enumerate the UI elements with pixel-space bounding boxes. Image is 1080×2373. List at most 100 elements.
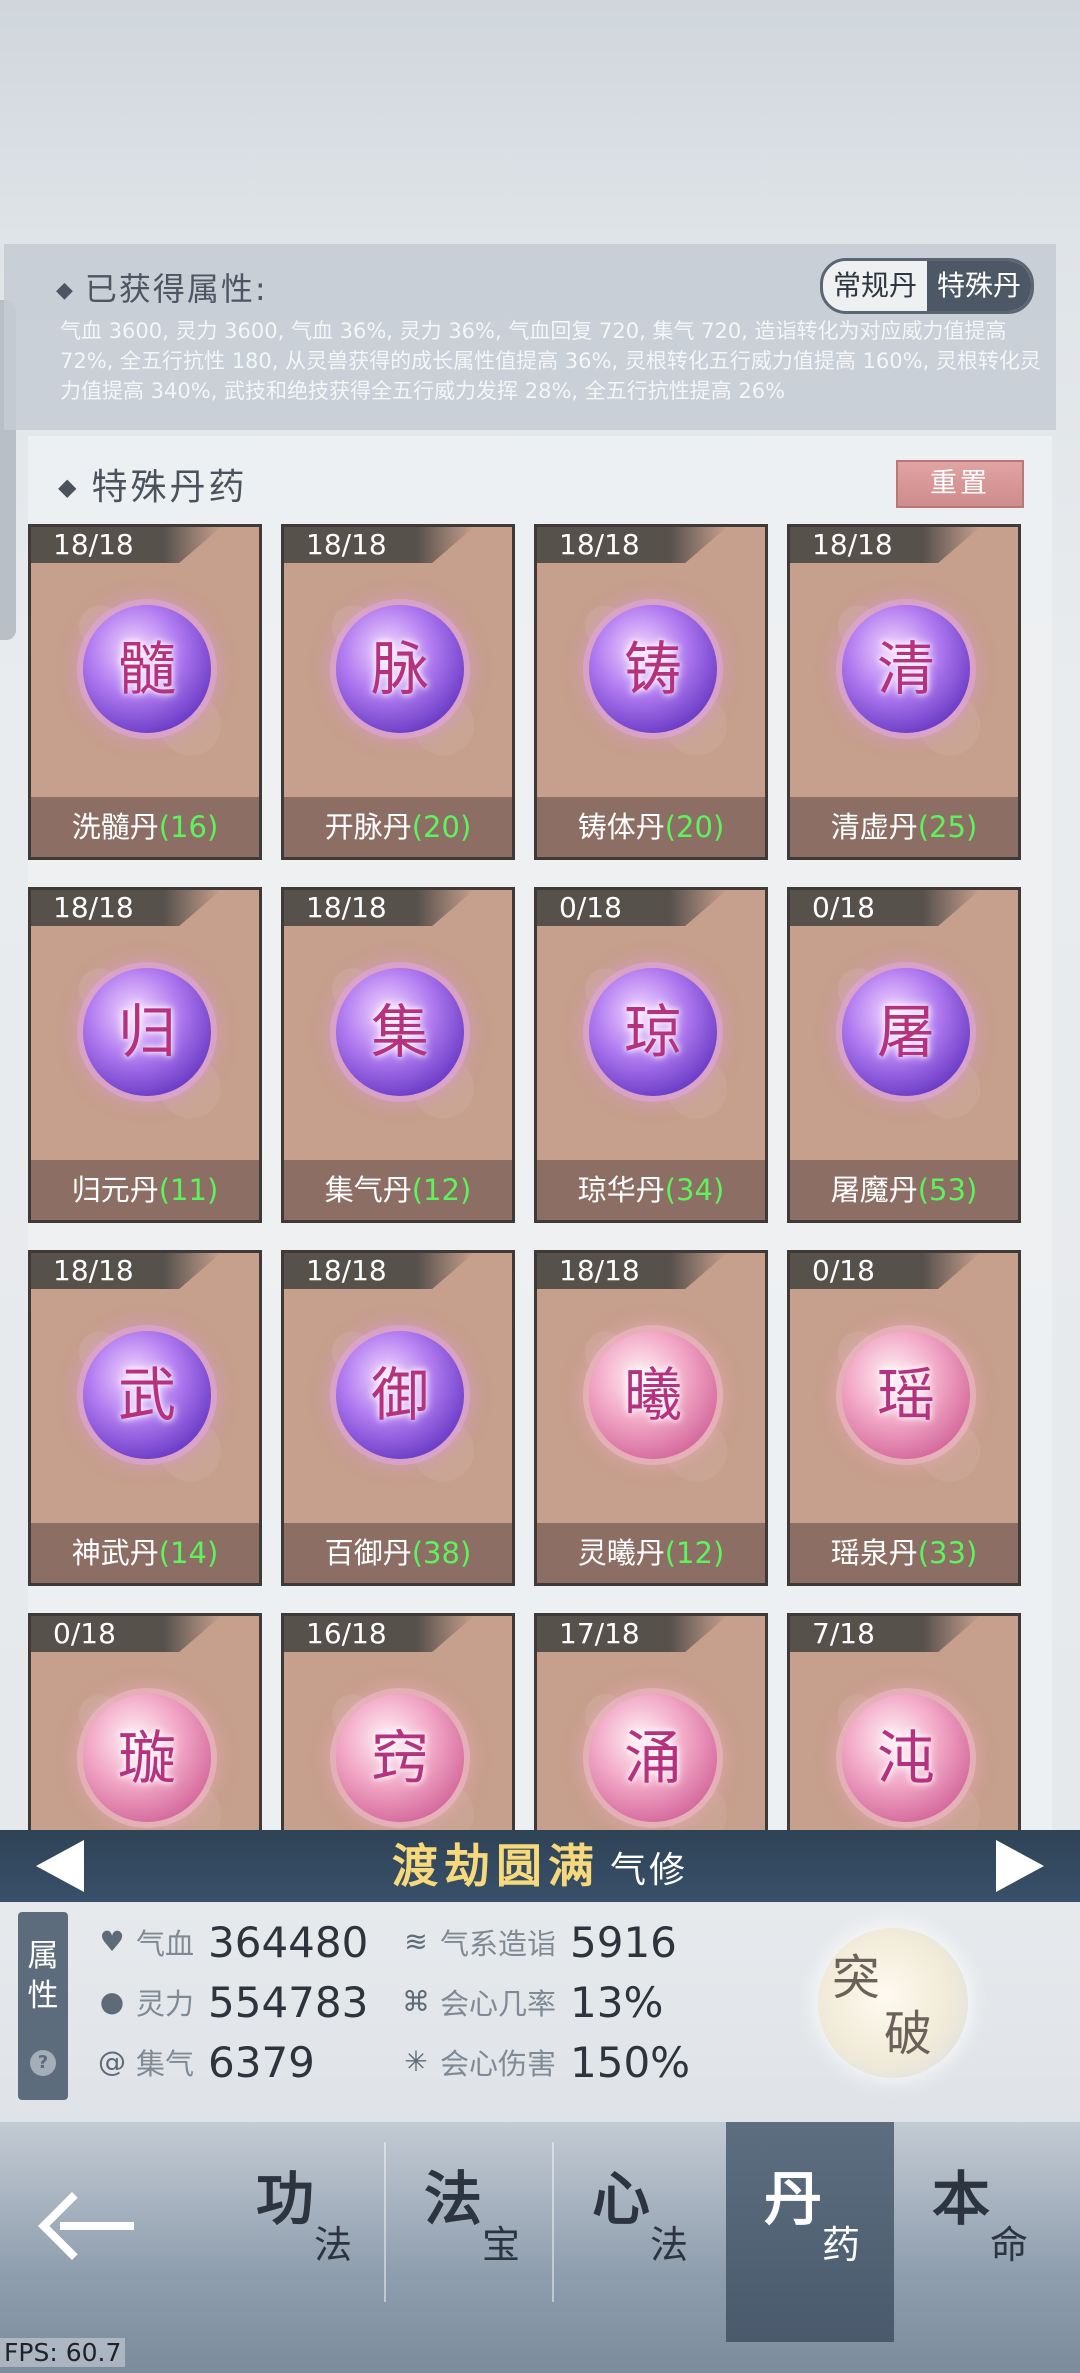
pill-orb-icon: 瑶: [842, 1331, 970, 1459]
realm-bar: 渡劫圆满 气修: [0, 1830, 1080, 1902]
pill-glyph: 璇: [117, 1724, 176, 1792]
bottom-nav: 功法法宝心法丹药本命: [0, 2122, 1080, 2373]
pill-name: 百御丹: [324, 1536, 412, 1570]
pill-name: 琼华丹: [577, 1173, 665, 1207]
pill-count: 0/18: [559, 891, 622, 924]
help-icon[interactable]: ?: [30, 2050, 56, 2076]
pill-level: (38): [411, 1536, 472, 1570]
pill-name: 集气丹: [324, 1173, 412, 1207]
pill-glyph: 归: [117, 998, 176, 1066]
pill-name: 瑶泉丹: [830, 1536, 918, 1570]
pill-name: 铸体丹: [577, 810, 665, 844]
pill-name-bar: 瑶泉丹(33): [790, 1523, 1018, 1583]
nav-divider: [384, 2142, 386, 2302]
pill-orb-icon: 铸: [589, 605, 717, 733]
pill-orb-icon: 清: [842, 605, 970, 733]
pill-name: 清虚丹: [830, 810, 918, 844]
back-arrow-icon[interactable]: [38, 2182, 150, 2272]
realm-title: 渡劫圆满 气修: [0, 1830, 1080, 1913]
pill-card[interactable]: 0/18 琼琼华丹(34): [534, 887, 768, 1223]
pill-card[interactable]: 18/18 曦灵曦丹(12): [534, 1250, 768, 1586]
pill-type-toggle[interactable]: 常规丹 特殊丹: [819, 258, 1034, 314]
pill-name-bar: 开脉丹(20): [284, 797, 512, 857]
tab-regular-pills[interactable]: 常规丹: [823, 261, 927, 311]
heart-icon: ♥: [99, 1925, 125, 1958]
nav-tab-sub: 法: [314, 2223, 353, 2267]
breakthrough-button[interactable]: 突 破: [818, 1928, 968, 2078]
pill-level: (25): [917, 810, 978, 844]
nav-tab-4[interactable]: 本命: [894, 2122, 1062, 2342]
pill-card[interactable]: 18/18 脉开脉丹(20): [281, 524, 515, 860]
pill-count: 18/18: [53, 891, 134, 924]
pill-glyph: 铸: [623, 635, 682, 703]
nav-tab-1[interactable]: 法宝: [386, 2122, 554, 2342]
nav-tab-0[interactable]: 功法: [218, 2122, 386, 2342]
pill-card[interactable]: 18/18 御百御丹(38): [281, 1250, 515, 1586]
stats-tab[interactable]: 属性 ?: [18, 1912, 68, 2100]
pill-card[interactable]: 18/18 集集气丹(12): [281, 887, 515, 1223]
pill-orb-icon: 集: [336, 968, 464, 1096]
pill-count: 18/18: [53, 528, 134, 561]
pill-glyph: 御: [370, 1361, 429, 1429]
crit-rate-icon: ⌘: [402, 1985, 430, 2018]
pill-glyph: 曦: [623, 1361, 682, 1429]
pill-name: 灵曦丹: [577, 1536, 665, 1570]
nav-tab-sub: 命: [990, 2223, 1029, 2267]
wind-icon: ≋: [404, 1925, 428, 1958]
nav-tab-main: 法: [424, 2165, 483, 2233]
pill-name: 神武丹: [71, 1536, 159, 1570]
pill-name: 洗髓丹: [71, 810, 159, 844]
pill-orb-icon: 沌: [842, 1694, 970, 1822]
pill-glyph: 清: [876, 635, 935, 703]
reset-button[interactable]: 重置: [896, 460, 1024, 508]
pill-card[interactable]: 18/18 髓洗髓丹(16): [28, 524, 262, 860]
pill-count: 0/18: [53, 1617, 116, 1650]
pill-glyph: 琼: [623, 998, 682, 1066]
pill-glyph: 沌: [876, 1724, 935, 1792]
nav-tab-sub: 宝: [482, 2223, 521, 2267]
pill-level: (11): [158, 1173, 219, 1207]
pill-name-bar: 归元丹(11): [31, 1160, 259, 1220]
pill-name-bar: 铸体丹(20): [537, 797, 765, 857]
pill-card[interactable]: 0/18 屠屠魔丹(53): [787, 887, 1021, 1223]
nav-tab-2[interactable]: 心法: [554, 2122, 722, 2342]
pill-orb-icon: 武: [83, 1331, 211, 1459]
nav-tab-main: 功: [256, 2165, 315, 2233]
tab-special-pills[interactable]: 特殊丹: [926, 261, 1031, 311]
pill-card[interactable]: 0/18 瑶瑶泉丹(33): [787, 1250, 1021, 1586]
pill-count: 18/18: [53, 1254, 134, 1287]
crit-damage-icon: ✳: [404, 2045, 428, 2078]
nav-tab-sub: 法: [650, 2223, 689, 2267]
attributes-title: ◆ 已获得属性:: [56, 270, 268, 308]
stat-hp: ♥ 气血 364480: [96, 1914, 368, 1970]
pill-count: 16/18: [306, 1617, 387, 1650]
pill-card[interactable]: 18/18 归归元丹(11): [28, 887, 262, 1223]
pill-level: (34): [664, 1173, 725, 1207]
pill-count: 18/18: [306, 528, 387, 561]
acquired-attributes-panel: ◆ 已获得属性: 常规丹 特殊丹 气血 3600, 灵力 3600, 气血 36%…: [4, 244, 1056, 430]
pill-glyph: 涌: [623, 1724, 682, 1792]
special-pills-panel: ◆ 特殊丹药 重置 18/18 髓洗髓丹(16) 18/18 脉开脉丹(20) 18/18…: [28, 436, 1052, 1949]
pill-card[interactable]: 18/18 铸铸体丹(20): [534, 524, 768, 860]
nav-tab-main: 本: [932, 2165, 991, 2233]
pill-name-bar: 清虚丹(25): [790, 797, 1018, 857]
nav-tab-sub: 药: [822, 2223, 861, 2267]
pill-card[interactable]: 18/18 清清虚丹(25): [787, 524, 1021, 860]
pill-orb-icon: 琼: [589, 968, 717, 1096]
pill-count: 18/18: [559, 528, 640, 561]
nav-tab-3[interactable]: 丹药: [726, 2122, 894, 2342]
stat-crit-damage: ✳ 会心伤害 150%: [400, 2034, 690, 2090]
pill-count: 18/18: [306, 1254, 387, 1287]
pill-name: 屠魔丹: [830, 1173, 918, 1207]
diamond-icon: ◆: [56, 278, 75, 303]
next-arrow-icon[interactable]: [996, 1840, 1044, 1892]
pill-card[interactable]: 18/18 武神武丹(14): [28, 1250, 262, 1586]
stat-mastery: ≋ 气系造诣 5916: [400, 1914, 677, 1970]
pill-name-bar: 灵曦丹(12): [537, 1523, 765, 1583]
pill-count: 18/18: [812, 528, 893, 561]
pill-glyph: 窍: [370, 1724, 429, 1792]
pill-count: 7/18: [812, 1617, 875, 1650]
diamond-icon: ◆: [58, 473, 80, 501]
realm-name: 渡劫圆满: [391, 1839, 600, 1893]
pill-glyph: 屠: [876, 998, 935, 1066]
